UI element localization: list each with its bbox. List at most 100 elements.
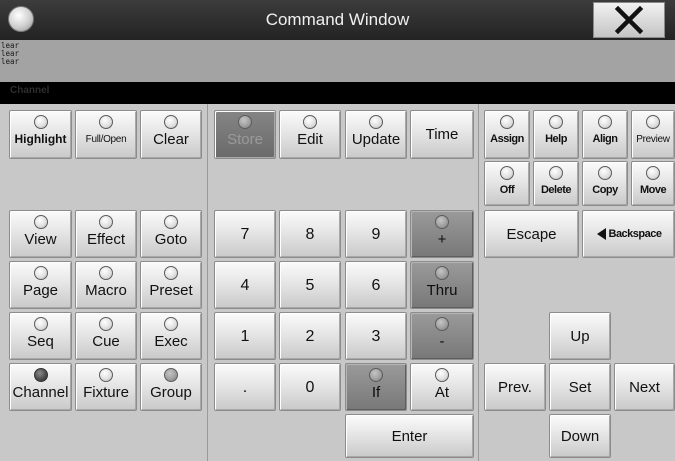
- button-label: Escape: [506, 225, 557, 243]
- effect-button[interactable]: Effect: [75, 210, 137, 258]
- clear-button[interactable]: Clear: [140, 110, 202, 159]
- group-button[interactable]: Group: [140, 363, 202, 411]
- key-8[interactable]: 8: [279, 210, 341, 258]
- view-button[interactable]: View: [9, 210, 72, 258]
- key-3[interactable]: 3: [345, 312, 407, 360]
- prev-button[interactable]: Prev.: [484, 363, 546, 411]
- led-indicator-icon: [164, 317, 178, 331]
- set-button[interactable]: Set: [549, 363, 611, 411]
- button-label: Next: [629, 378, 660, 396]
- button-label: Assign: [490, 133, 524, 145]
- button-label: Set: [568, 378, 592, 396]
- led-indicator-icon: [303, 115, 317, 129]
- key-dot[interactable]: .: [214, 363, 276, 411]
- button-label: Group: [150, 384, 192, 401]
- key-label: 3: [371, 327, 381, 345]
- key-5[interactable]: 5: [279, 261, 341, 309]
- button-label: Preview: [636, 134, 670, 145]
- thru-button[interactable]: Thru: [410, 261, 474, 309]
- button-label: Prev.: [498, 378, 532, 396]
- button-label: Up: [570, 327, 590, 345]
- at-button[interactable]: At: [410, 363, 474, 411]
- key-9[interactable]: 9: [345, 210, 407, 258]
- button-label: Page: [22, 282, 59, 299]
- led-indicator-icon: [164, 115, 178, 129]
- button-label: Enter: [391, 427, 428, 445]
- led-indicator-icon: [99, 368, 113, 382]
- key-6[interactable]: 6: [345, 261, 407, 309]
- delete-button[interactable]: Delete: [533, 161, 579, 206]
- copy-button[interactable]: Copy: [582, 161, 628, 206]
- led-indicator-icon: [598, 115, 612, 129]
- backspace-button[interactable]: Backspace: [582, 210, 675, 258]
- led-indicator-icon: [164, 215, 178, 229]
- button-label: Clear: [153, 131, 189, 148]
- title-bar: Command Window: [0, 0, 675, 40]
- led-indicator-icon: [435, 368, 449, 382]
- align-button[interactable]: Align: [582, 110, 628, 159]
- close-button[interactable]: [593, 2, 665, 38]
- edit-button[interactable]: Edit: [279, 110, 341, 159]
- up-button[interactable]: Up: [549, 312, 611, 360]
- move-button[interactable]: Move: [631, 161, 675, 206]
- page-button[interactable]: Page: [9, 261, 72, 309]
- next-button[interactable]: Next: [614, 363, 675, 411]
- macro-button[interactable]: Macro: [75, 261, 137, 309]
- button-label: Edit: [297, 131, 323, 148]
- preset-button[interactable]: Preset: [140, 261, 202, 309]
- preview-button[interactable]: Preview: [631, 110, 675, 159]
- led-indicator-icon: [646, 115, 660, 129]
- cue-button[interactable]: Cue: [75, 312, 137, 360]
- key-label: 5: [305, 276, 315, 294]
- button-label: View: [24, 231, 57, 248]
- button-label: Store: [227, 131, 263, 148]
- minus-button[interactable]: -: [410, 312, 474, 360]
- full-open-button[interactable]: Full/Open: [75, 110, 137, 159]
- key-2[interactable]: 2: [279, 312, 341, 360]
- if-button[interactable]: If: [345, 363, 407, 411]
- escape-button[interactable]: Escape: [484, 210, 579, 258]
- help-button[interactable]: Help: [533, 110, 579, 159]
- led-indicator-icon: [33, 368, 48, 382]
- highlight-button[interactable]: Highlight: [9, 110, 72, 159]
- button-label: Full/Open: [85, 134, 127, 145]
- off-button[interactable]: Off: [484, 161, 530, 206]
- led-indicator-icon: [435, 266, 449, 280]
- channel-button[interactable]: Channel: [9, 363, 72, 411]
- led-indicator-icon: [500, 115, 514, 129]
- key-4[interactable]: 4: [214, 261, 276, 309]
- fixture-button[interactable]: Fixture: [75, 363, 137, 411]
- key-label: 7: [240, 225, 250, 243]
- key-label: -: [439, 333, 445, 350]
- key-label: 2: [305, 327, 315, 345]
- time-button[interactable]: Time: [410, 110, 474, 159]
- command-line[interactable]: Channel: [0, 82, 675, 104]
- led-indicator-icon: [646, 166, 660, 180]
- button-label: Align: [592, 133, 619, 145]
- button-label: Channel: [12, 384, 69, 401]
- goto-button[interactable]: Goto: [140, 210, 202, 258]
- led-indicator-icon: [500, 166, 514, 180]
- assign-button[interactable]: Assign: [484, 110, 530, 159]
- led-indicator-icon: [164, 368, 178, 382]
- button-label: Cue: [92, 333, 120, 350]
- down-button[interactable]: Down: [549, 414, 611, 458]
- key-1[interactable]: 1: [214, 312, 276, 360]
- panel-divider: [478, 104, 479, 461]
- key-7[interactable]: 7: [214, 210, 276, 258]
- key-label: Thru: [426, 282, 458, 299]
- button-label: Move: [639, 184, 667, 196]
- enter-button[interactable]: Enter: [345, 414, 474, 458]
- key-label: 0: [305, 378, 315, 396]
- output-line: lear: [1, 49, 20, 58]
- button-label: Help: [545, 133, 567, 145]
- store-button[interactable]: Store: [214, 110, 276, 159]
- button-label: Effect: [86, 231, 126, 248]
- plus-button[interactable]: +: [410, 210, 474, 258]
- key-0[interactable]: 0: [279, 363, 341, 411]
- update-button[interactable]: Update: [345, 110, 407, 159]
- led-indicator-icon: [99, 215, 113, 229]
- exec-button[interactable]: Exec: [140, 312, 202, 360]
- seq-button[interactable]: Seq: [9, 312, 72, 360]
- button-label: Copy: [592, 184, 618, 196]
